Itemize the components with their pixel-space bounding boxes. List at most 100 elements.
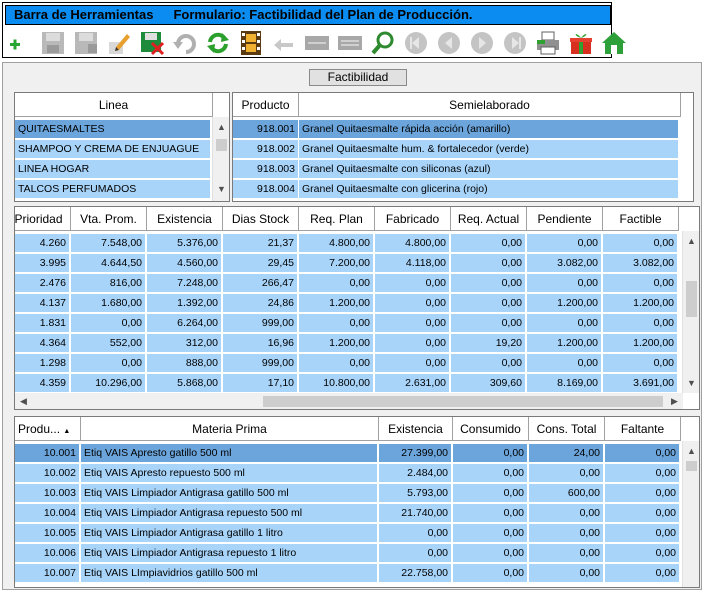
equals-button[interactable]: [335, 29, 365, 57]
producto-row[interactable]: 918.004 Granel Quitaesmalte con glicerina…: [233, 179, 679, 199]
printer-button[interactable]: [533, 29, 563, 57]
plan-row[interactable]: 4.359 10.296,00 5.868,00 17,10 10.800,00 2.63…: [15, 373, 679, 393]
plan-cell: 7.200,00: [299, 254, 375, 272]
materia-cell: 2.484,00: [379, 464, 453, 482]
linea-row[interactable]: TALCOS PERFUMADOS: [15, 179, 211, 199]
materia-row[interactable]: 10.005 Etiq VAIS Limpiador Antigrasa gati…: [15, 523, 681, 543]
column-header-producto-sorted[interactable]: Produ... ▲: [15, 417, 81, 441]
materia-row[interactable]: 10.003 Etiq VAIS Limpiador Antigrasa gati…: [15, 483, 681, 503]
materias-vertical-scrollbar[interactable]: ▲: [682, 441, 699, 587]
refresh-button[interactable]: [203, 29, 233, 57]
materia-cell: 0,00: [453, 444, 529, 462]
materia-row[interactable]: 10.007 Etiq VAIS LImpiavidrios gatillo 50…: [15, 563, 681, 583]
column-header-materia-prima[interactable]: Materia Prima: [81, 417, 379, 441]
next-record-button[interactable]: [467, 29, 497, 57]
column-header-dias-stock[interactable]: Dias Stock: [223, 207, 299, 231]
add-button[interactable]: [5, 29, 35, 57]
materia-cell: 24,00: [529, 444, 605, 462]
column-header-pendiente[interactable]: Pendiente: [527, 207, 603, 231]
materia-cell: 22.758,00: [379, 564, 453, 582]
materia-cell: 10.003: [15, 484, 81, 502]
gift-button[interactable]: [566, 29, 596, 57]
column-header-vta-prom[interactable]: Vta. Prom.: [71, 207, 147, 231]
plan-cell: 1.200,00: [527, 294, 603, 312]
column-header-req-plan[interactable]: Req. Plan: [299, 207, 375, 231]
column-header-consumido[interactable]: Consumido: [453, 417, 529, 441]
plan-cell: 1.298: [15, 354, 71, 372]
scroll-down-icon[interactable]: ▼: [213, 181, 229, 198]
minus-button[interactable]: [302, 29, 332, 57]
back-arrow-button[interactable]: [269, 29, 299, 57]
scroll-down-icon[interactable]: ▼: [683, 375, 699, 392]
home-button[interactable]: [599, 29, 629, 57]
plan-cell: 3.995: [15, 254, 71, 272]
film-button[interactable]: [236, 29, 266, 57]
search-button[interactable]: [368, 29, 398, 57]
plan-cell: 0,00: [603, 234, 679, 252]
column-header-cons-total[interactable]: Cons. Total: [529, 417, 605, 441]
materia-cell: 0,00: [605, 504, 681, 522]
plan-cell: 0,00: [299, 314, 375, 332]
linea-row[interactable]: LINEA HOGAR: [15, 159, 211, 179]
scroll-thumb[interactable]: [686, 461, 697, 471]
materia-row[interactable]: 10.002 Etiq VAIS Apresto repuesto 500 ml 2…: [15, 463, 681, 483]
column-header-linea[interactable]: Linea: [15, 93, 213, 117]
column-header-factible[interactable]: Factible: [603, 207, 679, 231]
scroll-right-icon[interactable]: ▶: [666, 393, 683, 409]
plan-cell: 0,00: [527, 314, 603, 332]
delete-button[interactable]: [137, 29, 167, 57]
producto-code: 918.004: [233, 180, 299, 198]
scroll-up-icon[interactable]: ▲: [683, 233, 699, 250]
plan-row[interactable]: 1.831 0,00 6.264,00 999,00 0,00 0,00 0,00 0,00 0…: [15, 313, 679, 333]
scroll-thumb[interactable]: [216, 139, 227, 151]
scroll-thumb[interactable]: [686, 281, 697, 317]
save-button[interactable]: [38, 29, 68, 57]
plan-row[interactable]: 4.364 552,00 312,00 16,96 1.200,00 0,00 19,20 1…: [15, 333, 679, 353]
lineas-header: Linea: [15, 93, 213, 117]
save-as-button[interactable]: [71, 29, 101, 57]
column-header-prioridad[interactable]: Prioridad: [15, 207, 71, 231]
plan-cell: 0,00: [603, 274, 679, 292]
producto-row[interactable]: 918.002 Granel Quitaesmalte hum. & fortal…: [233, 139, 679, 159]
plan-cell: 3.691,00: [603, 374, 679, 392]
materia-row[interactable]: 10.001 Etiq VAIS Apresto gatillo 500 ml 27…: [15, 443, 681, 463]
last-record-button[interactable]: [500, 29, 530, 57]
column-header-existencia[interactable]: Existencia: [147, 207, 223, 231]
plan-cell: 1.200,00: [603, 334, 679, 352]
previous-record-button[interactable]: [434, 29, 464, 57]
column-header-fabricado[interactable]: Fabricado: [375, 207, 451, 231]
materia-row[interactable]: 10.004 Etiq VAIS Limpiador Antigrasa repu…: [15, 503, 681, 523]
column-header-producto[interactable]: Producto: [233, 93, 299, 117]
materia-row[interactable]: 10.006 Etiq VAIS Limpiador Antigrasa repu…: [15, 543, 681, 563]
plan-row[interactable]: 2.476 816,00 7.248,00 266,47 0,00 0,00 0,00 0,0…: [15, 273, 679, 293]
column-header-existencia[interactable]: Existencia: [379, 417, 453, 441]
column-header-semielaborado[interactable]: Semielaborado: [299, 93, 681, 117]
linea-row[interactable]: QUITAESMALTES: [15, 119, 211, 139]
plan-horizontal-scrollbar[interactable]: ◀ ▶: [15, 393, 683, 409]
scroll-left-icon[interactable]: ◀: [15, 393, 32, 409]
plan-cell: 2.631,00: [375, 374, 451, 392]
plan-cell: 4.644,50: [71, 254, 147, 272]
lineas-vertical-scrollbar[interactable]: ▲ ▼: [212, 117, 229, 201]
tab-factibilidad[interactable]: Factibilidad: [309, 69, 407, 86]
producto-row[interactable]: 918.003 Granel Quitaesmalte con siliconas…: [233, 159, 679, 179]
plan-row[interactable]: 4.260 7.548,00 5.376,00 21,37 4.800,00 4.800,…: [15, 233, 679, 253]
plan-cell: 999,00: [223, 354, 299, 372]
materia-cell: 0,00: [605, 484, 681, 502]
linea-row[interactable]: SHAMPOO Y CREMA DE ENJUAGUE: [15, 139, 211, 159]
plan-cell: 4.260: [15, 234, 71, 252]
column-header-faltante[interactable]: Faltante: [605, 417, 681, 441]
plan-row[interactable]: 4.137 1.680,00 1.392,00 24,86 1.200,00 0,00 0,…: [15, 293, 679, 313]
scroll-up-icon[interactable]: ▲: [683, 443, 699, 460]
plan-row[interactable]: 3.995 4.644,50 4.560,00 29,45 7.200,00 4.118,…: [15, 253, 679, 273]
scroll-thumb[interactable]: [263, 396, 663, 407]
plan-row[interactable]: 1.298 0,00 888,00 999,00 0,00 0,00 0,00 0,00 0,0…: [15, 353, 679, 373]
producto-row[interactable]: 918.001 Granel Quitaesmalte rápida acción…: [233, 119, 679, 139]
first-record-button[interactable]: [401, 29, 431, 57]
column-header-req-actual[interactable]: Req. Actual: [451, 207, 527, 231]
first-record-icon: [405, 32, 427, 54]
plan-vertical-scrollbar[interactable]: ▲ ▼: [682, 231, 699, 393]
scroll-up-icon[interactable]: ▲: [213, 119, 229, 136]
undo-button[interactable]: [170, 29, 200, 57]
edit-button[interactable]: [104, 29, 134, 57]
